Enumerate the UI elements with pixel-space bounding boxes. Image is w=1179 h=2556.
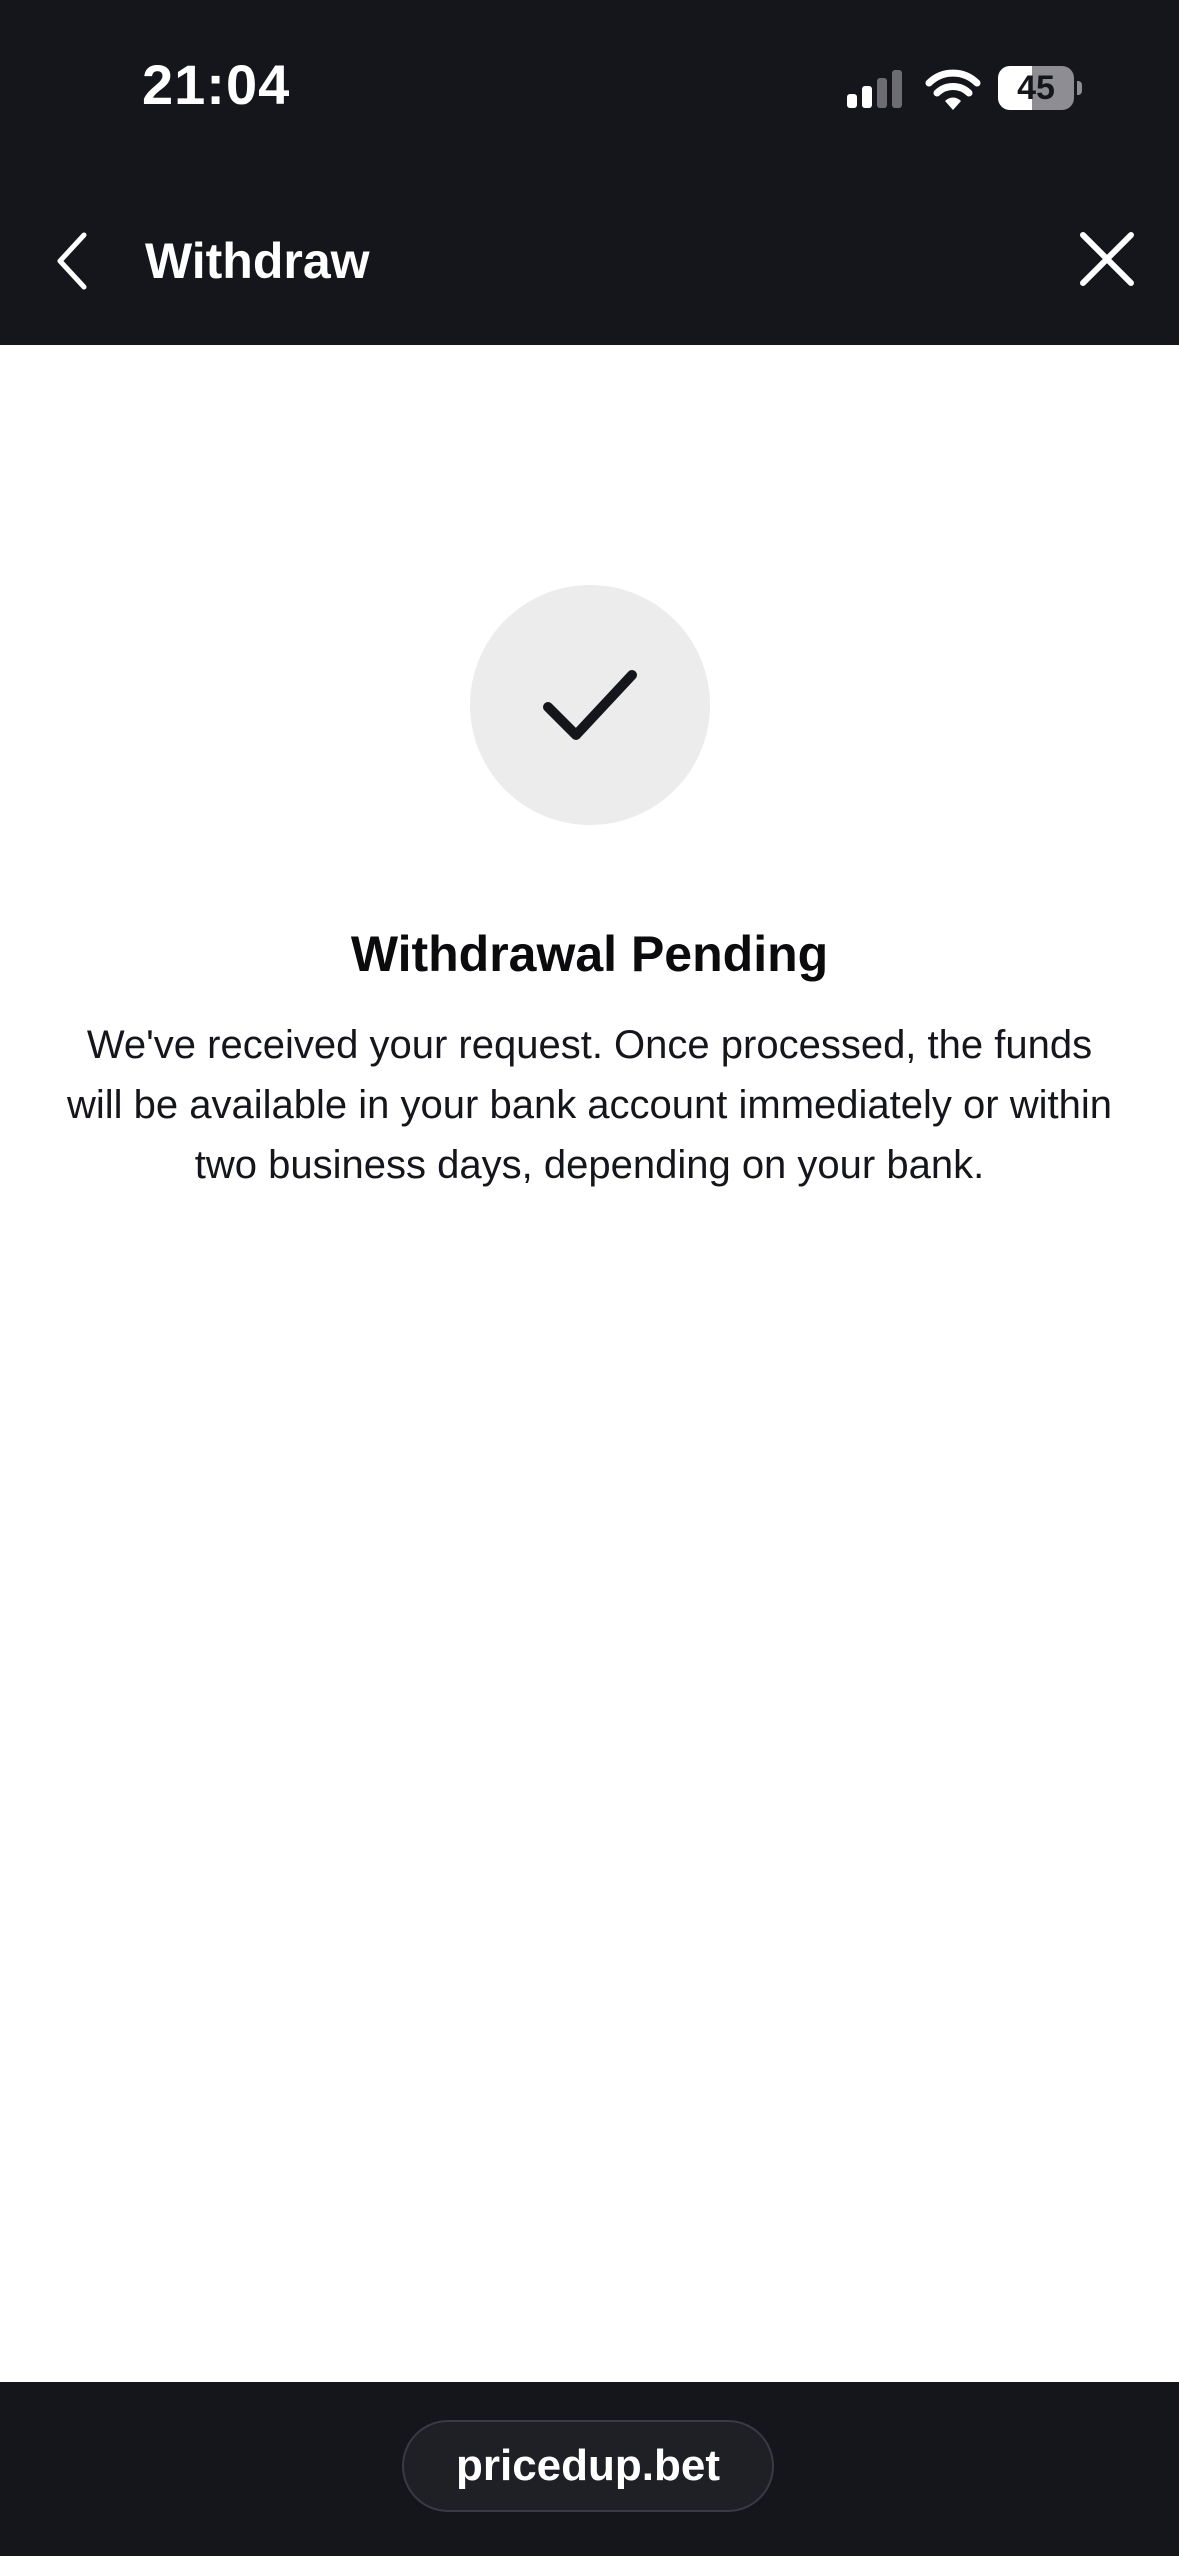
back-button[interactable]: [40, 225, 104, 297]
checkmark-icon: [543, 670, 637, 740]
signal-icon: [847, 70, 902, 108]
battery-body: 45: [998, 66, 1074, 110]
browser-bottom-bar: pricedup.bet: [0, 2382, 1179, 2556]
page-title: Withdraw: [145, 233, 370, 289]
chevron-left-icon: [57, 232, 87, 290]
header: 21:04 45 Withdraw: [0, 0, 1179, 345]
close-button[interactable]: [1072, 224, 1142, 294]
battery-icon: 45: [998, 66, 1084, 110]
withdrawal-status-message: We've received your request. Once proces…: [67, 1023, 1112, 1187]
browser-url-bar[interactable]: pricedup.bet: [402, 2420, 774, 2512]
status-time: 21:04: [142, 53, 291, 116]
withdraw-screen: 21:04 45 Withdraw Withdrawal Pending We'…: [0, 0, 1179, 2556]
wifi-icon: [925, 69, 981, 110]
battery-level: 45: [1017, 69, 1055, 107]
battery-cap: [1077, 81, 1082, 95]
success-icon-circle: [470, 585, 710, 825]
close-icon: [1080, 232, 1134, 286]
withdrawal-status-title: Withdrawal Pending: [350, 926, 829, 982]
